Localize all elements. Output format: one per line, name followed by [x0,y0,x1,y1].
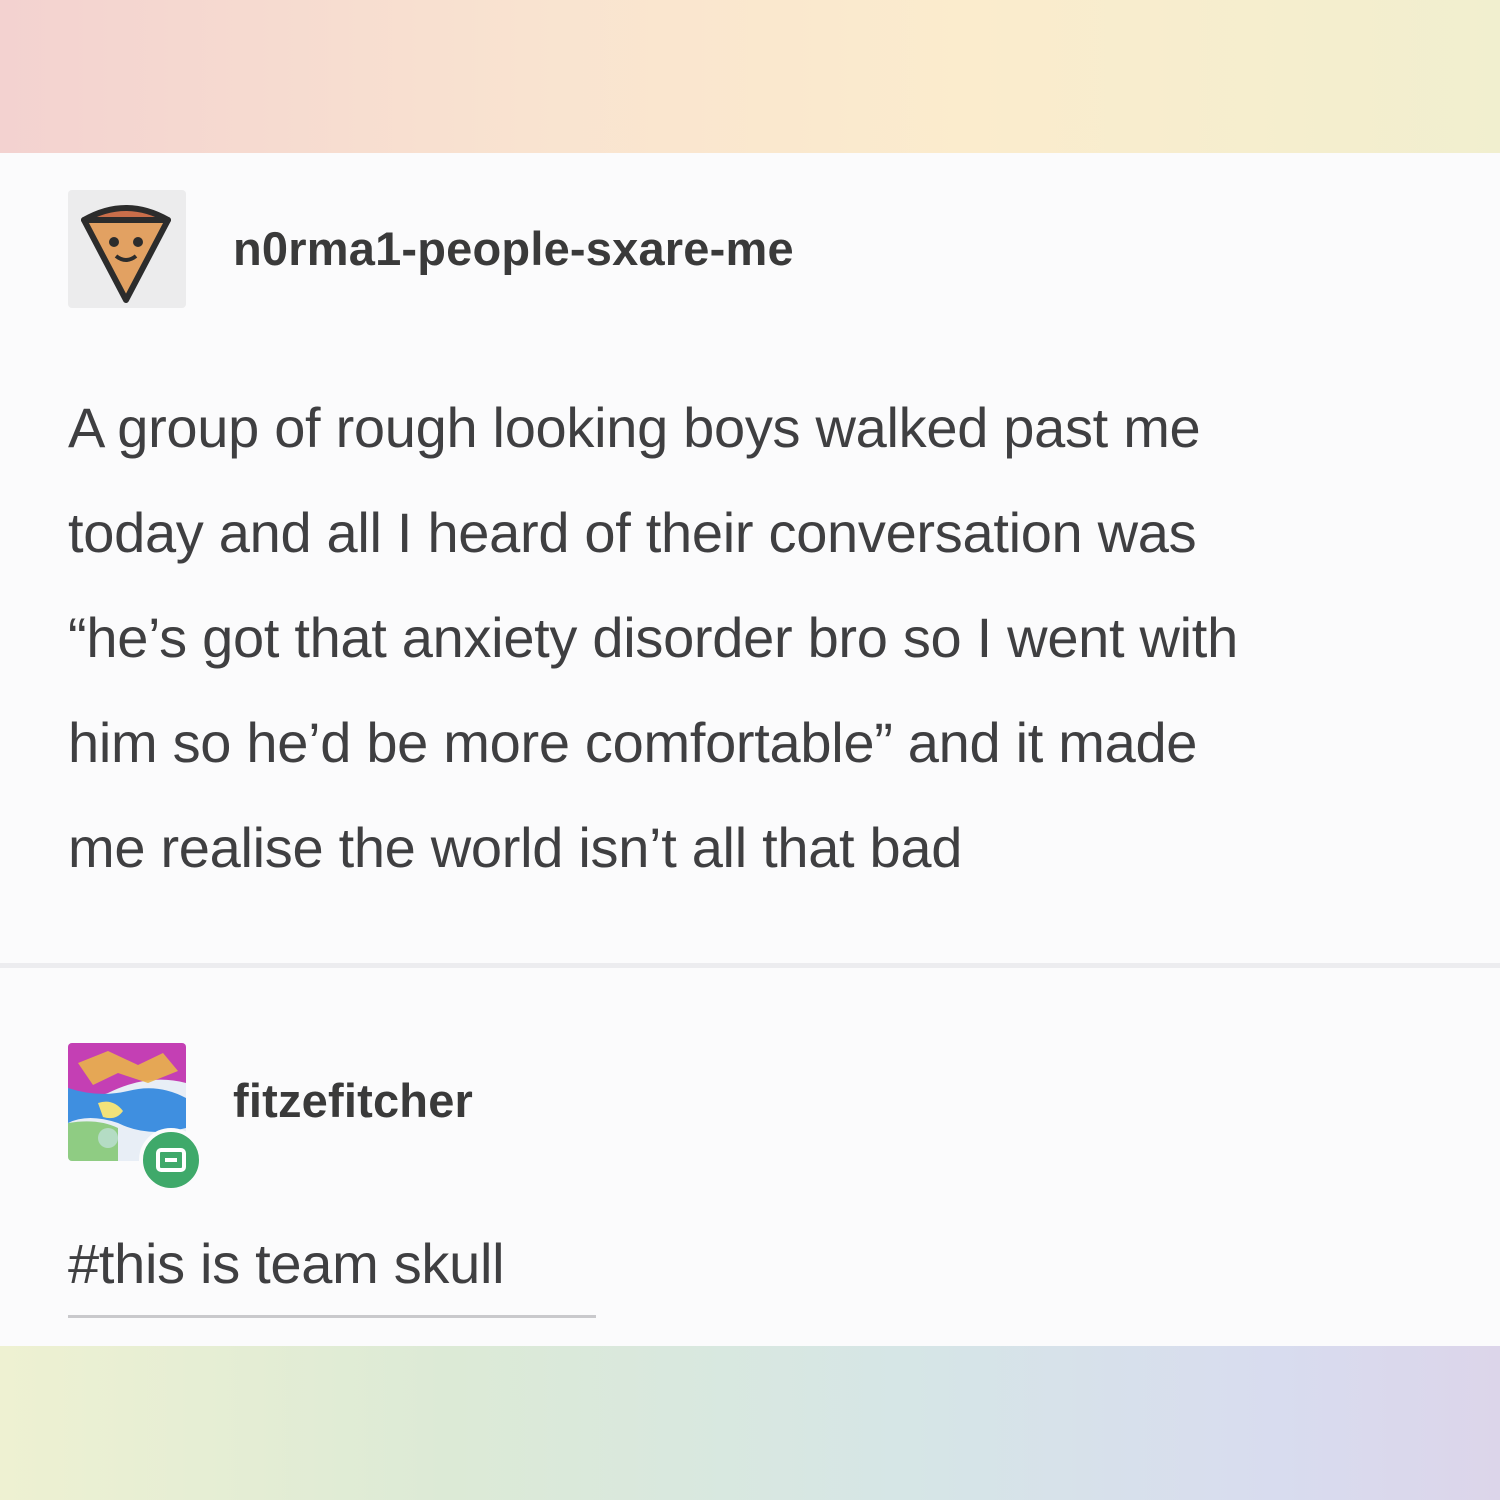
post-body-line: him so he’d be more comfortable” and it … [68,711,1198,774]
post-body-line: “he’s got that anxiety disorder bro so I… [68,606,1238,669]
post-username[interactable]: n0rma1-people-sxare-me [233,221,794,276]
reblog-badge-icon [139,1128,203,1192]
post-body-line: me realise the world isn’t all that bad [68,816,963,879]
bottom-gradient-border [0,1346,1500,1500]
post-body-line: today and all I heard of their conversat… [68,501,1197,564]
tag-underline [68,1315,596,1318]
top-gradient-border [0,0,1500,153]
reblog-username[interactable]: fitzefitcher [233,1073,473,1128]
post-card: n0rma1-people-sxare-me A group of rough … [0,153,1500,1346]
post-body-line: A group of rough looking boys walked pas… [68,396,1201,459]
post-tag-link[interactable]: #this is team skull [68,1231,505,1296]
post-body-text: A group of rough looking boys walked pas… [68,375,1478,900]
pizza-slice-icon[interactable] [68,190,186,308]
post-divider [0,963,1500,968]
